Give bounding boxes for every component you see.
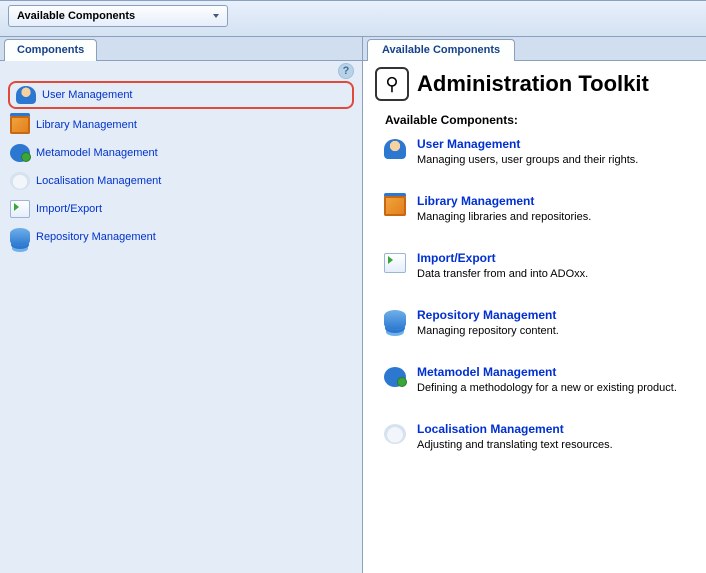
dropdown-label: Available Components [17, 10, 135, 22]
available-components-list: User Management Managing users, user gro… [375, 137, 694, 451]
component-desc: Data transfer from and into ADOxx. [417, 268, 588, 280]
sidebar-item-metamodel-management[interactable]: Metamodel Management [6, 139, 356, 167]
tab-components[interactable]: Components [4, 39, 97, 61]
tab-available-components[interactable]: Available Components [367, 39, 515, 61]
component-user-management[interactable]: User Management Managing users, user gro… [383, 137, 694, 166]
component-desc: Adjusting and translating text resources… [417, 439, 613, 451]
toolbar: Available Components [0, 1, 706, 37]
component-title: Library Management [417, 194, 591, 208]
title-row: ⚲ Administration Toolkit [375, 67, 694, 101]
sidebar-item-repository-management[interactable]: Repository Management [6, 223, 356, 251]
sidebar-item-label: User Management [42, 89, 133, 101]
help-bar: ? [0, 61, 362, 79]
user-icon [16, 86, 36, 104]
help-icon[interactable]: ? [338, 63, 354, 79]
available-components-dropdown[interactable]: Available Components [8, 5, 228, 27]
component-desc: Managing repository content. [417, 325, 559, 337]
tab-label: Components [17, 44, 84, 56]
left-tabbar: Components [0, 37, 362, 61]
localisation-icon [384, 424, 406, 444]
right-tabbar: Available Components [363, 37, 706, 61]
sidebar-item-library-management[interactable]: Library Management [6, 111, 356, 139]
repository-icon [384, 310, 406, 330]
details-panel: Available Components ⚲ Administration To… [363, 37, 706, 573]
sidebar-item-user-management[interactable]: User Management [8, 81, 354, 109]
sidebar-item-localisation-management[interactable]: Localisation Management [6, 167, 356, 195]
component-title: User Management [417, 137, 638, 151]
user-icon [384, 139, 406, 159]
component-desc: Defining a methodology for a new or exis… [417, 382, 677, 394]
component-title: Localisation Management [417, 422, 613, 436]
component-title: Import/Export [417, 251, 588, 265]
components-panel: Components ? User Management Library Man… [0, 37, 363, 573]
component-metamodel-management[interactable]: Metamodel Management Defining a methodol… [383, 365, 694, 394]
sidebar-item-label: Metamodel Management [36, 147, 158, 159]
chevron-down-icon [213, 14, 219, 18]
sidebar-item-label: Library Management [36, 119, 137, 131]
components-tree: User Management Library Management Metam… [0, 79, 362, 253]
subheading: Available Components: [385, 113, 694, 127]
page-title: Administration Toolkit [417, 71, 649, 97]
component-desc: Managing libraries and repositories. [417, 211, 591, 223]
import-export-icon [384, 253, 406, 273]
component-title: Metamodel Management [417, 365, 677, 379]
library-icon [384, 196, 406, 216]
component-desc: Managing users, user groups and their ri… [417, 154, 638, 166]
component-localisation-management[interactable]: Localisation Management Adjusting and tr… [383, 422, 694, 451]
sidebar-item-import-export[interactable]: Import/Export [6, 195, 356, 223]
component-repository-management[interactable]: Repository Management Managing repositor… [383, 308, 694, 337]
component-import-export[interactable]: Import/Export Data transfer from and int… [383, 251, 694, 280]
import-export-icon [10, 200, 30, 218]
tab-label: Available Components [382, 44, 500, 56]
metamodel-icon [10, 144, 30, 162]
repository-icon [10, 228, 30, 246]
sidebar-item-label: Import/Export [36, 203, 102, 215]
sidebar-item-label: Localisation Management [36, 175, 161, 187]
localisation-icon [10, 172, 30, 190]
details-content: ⚲ Administration Toolkit Available Compo… [363, 61, 706, 491]
sidebar-item-label: Repository Management [36, 231, 156, 243]
component-title: Repository Management [417, 308, 559, 322]
key-icon: ⚲ [375, 67, 409, 101]
metamodel-icon [384, 367, 406, 387]
component-library-management[interactable]: Library Management Managing libraries an… [383, 194, 694, 223]
library-icon [10, 116, 30, 134]
